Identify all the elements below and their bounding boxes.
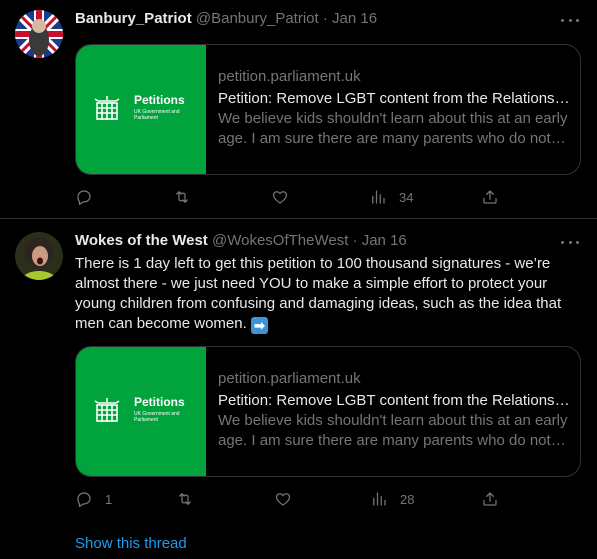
share-button[interactable] <box>481 489 499 509</box>
link-card[interactable]: Petitions UK Government and Parliament p… <box>75 346 581 477</box>
tweet-header: Wokes of the West @WokesOfTheWest · Jan … <box>75 231 407 251</box>
show-thread-link[interactable]: Show this thread <box>75 535 187 552</box>
views-icon <box>373 492 386 506</box>
tweet-actions: 1 28 <box>75 489 515 509</box>
more-icon[interactable] <box>561 233 579 251</box>
portcullis-icon <box>94 96 120 120</box>
separator: · <box>322 10 328 27</box>
union-jack-avatar-image <box>15 10 63 58</box>
retweet-button[interactable] <box>173 187 203 207</box>
card-thumbnail: Petitions UK Government and Parliament <box>76 45 206 174</box>
card-text: petition.parliament.uk Petition: Remove … <box>206 347 580 476</box>
avatar[interactable] <box>15 10 63 58</box>
avatar[interactable] <box>15 232 63 280</box>
reply-button[interactable]: 1 <box>75 489 112 509</box>
card-thumb-title: Petitions <box>134 395 185 409</box>
like-icon <box>275 493 291 506</box>
card-title: Petition: Remove LGBT content from the R… <box>218 392 570 409</box>
tweet-date[interactable]: Jan 16 <box>362 232 407 249</box>
reply-icon <box>77 492 91 507</box>
more-icon[interactable] <box>561 11 579 29</box>
reply-icon <box>77 190 91 205</box>
tweet-text: There is 1 day left to get this petition… <box>75 254 580 334</box>
like-icon <box>272 191 288 204</box>
retweet-button[interactable] <box>176 489 206 509</box>
views-button[interactable]: 34 <box>369 187 413 207</box>
card-description: We believe kids shouldn't learn about th… <box>218 110 568 147</box>
share-icon <box>483 492 497 506</box>
card-thumb-title: Petitions <box>134 93 185 107</box>
right-arrow-emoji-icon: ➡ <box>250 317 268 334</box>
share-icon <box>483 190 497 204</box>
views-icon <box>372 190 385 204</box>
tweet[interactable]: Banbury_Patriot @Banbury_Patriot · Jan 1… <box>0 0 597 219</box>
reply-count: 1 <box>105 491 113 507</box>
tweet-date[interactable]: Jan 16 <box>332 10 377 27</box>
display-name[interactable]: Banbury_Patriot <box>75 10 192 27</box>
tweet-header: Banbury_Patriot @Banbury_Patriot · Jan 1… <box>75 9 377 29</box>
separator: · <box>352 232 358 249</box>
card-thumb-subtitle: UK Government and Parliament <box>134 411 180 423</box>
link-card[interactable]: Petitions UK Government and Parliament p… <box>75 44 581 175</box>
card-title: Petition: Remove LGBT content from the R… <box>218 90 570 107</box>
share-button[interactable] <box>481 187 499 207</box>
views-count: 34 <box>399 189 414 205</box>
like-button[interactable] <box>271 187 301 207</box>
handle[interactable]: @WokesOfTheWest <box>212 232 348 249</box>
tweet-text-content: There is 1 day left to get this petition… <box>75 255 562 332</box>
tweet[interactable]: Wokes of the West @WokesOfTheWest · Jan … <box>0 219 597 559</box>
display-name[interactable]: Wokes of the West <box>75 232 208 249</box>
person-avatar-image <box>15 232 63 280</box>
card-domain: petition.parliament.uk <box>218 68 361 85</box>
reply-button[interactable] <box>75 187 105 207</box>
views-button[interactable]: 28 <box>370 489 414 509</box>
tweet-actions: 34 <box>75 187 515 207</box>
portcullis-icon <box>94 398 120 422</box>
card-thumb-subtitle: UK Government and Parliament <box>134 109 180 121</box>
handle[interactable]: @Banbury_Patriot <box>196 10 319 27</box>
retweet-icon <box>176 191 188 203</box>
card-description: We believe kids shouldn't learn about th… <box>218 412 568 449</box>
card-domain: petition.parliament.uk <box>218 370 361 387</box>
retweet-icon <box>179 493 191 505</box>
card-text: petition.parliament.uk Petition: Remove … <box>206 45 580 174</box>
card-thumbnail: Petitions UK Government and Parliament <box>76 347 206 476</box>
views-count: 28 <box>400 491 415 507</box>
like-button[interactable] <box>274 489 304 509</box>
